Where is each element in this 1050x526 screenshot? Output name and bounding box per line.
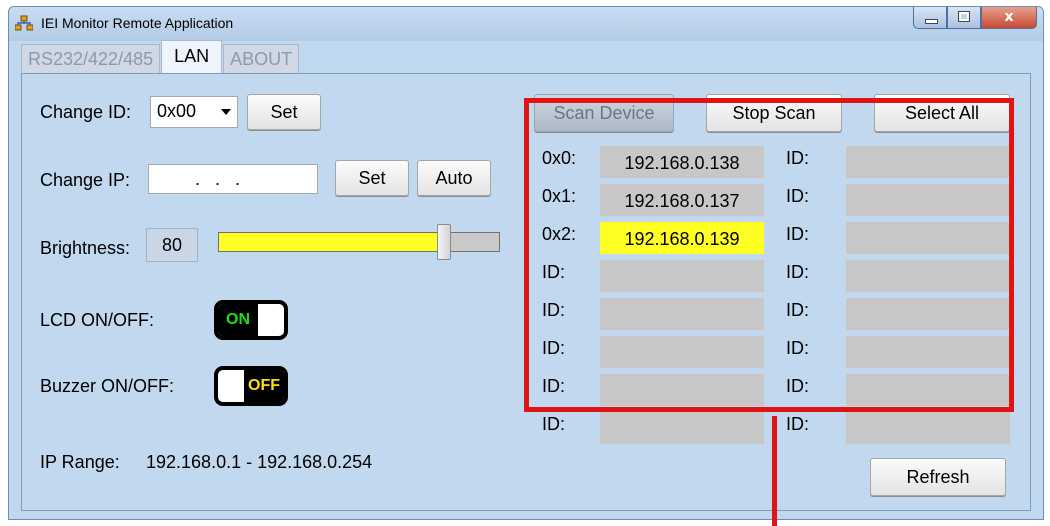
change-id-select[interactable]: 0x00 (150, 96, 238, 128)
brightness-slider[interactable] (218, 232, 500, 252)
change-id-value: 0x00 (157, 101, 197, 121)
maximize-button[interactable] (947, 7, 981, 29)
ip-range-value: 192.168.0.1 - 192.168.0.254 (146, 452, 373, 472)
tab-about[interactable]: ABOUT (223, 44, 300, 73)
change-ip-set-button[interactable]: Set (335, 160, 409, 196)
refresh-button[interactable]: Refresh (870, 458, 1006, 496)
tab-rs232[interactable]: RS232/422/485 (21, 44, 161, 73)
brightness-slider-thumb[interactable] (436, 224, 451, 260)
device-id-label: ID: (542, 414, 566, 434)
change-ip-input[interactable]: . . . (148, 164, 318, 194)
tab-strip: RS232/422/485 LAN ABOUT (21, 40, 300, 73)
window-title: IEI Monitor Remote Application (41, 15, 234, 31)
tab-lan[interactable]: LAN (161, 40, 223, 73)
title-bar[interactable]: IEI Monitor Remote Application x (9, 7, 1043, 41)
change-ip-value: . . . (195, 169, 241, 189)
app-network-icon (15, 15, 33, 31)
chevron-down-icon (221, 109, 231, 115)
minimize-icon (925, 19, 938, 24)
change-id-label: Change ID: (40, 102, 132, 122)
minimize-button[interactable] (913, 7, 947, 29)
change-ip-auto-button[interactable]: Auto (417, 160, 491, 196)
annotation-highlight-box (524, 98, 1014, 412)
lcd-toggle[interactable]: ON (214, 300, 288, 340)
device-ip-cell[interactable] (600, 412, 764, 444)
close-button[interactable]: x (981, 7, 1037, 29)
device-ip-cell[interactable] (846, 412, 1010, 444)
buzzer-label: Buzzer ON/OFF: (40, 376, 175, 396)
maximize-icon (958, 11, 970, 22)
ip-range-label: IP Range: (40, 452, 120, 472)
brightness-label: Brightness: (40, 238, 131, 258)
close-icon: x (1004, 9, 1014, 25)
brightness-value: 80 (146, 228, 198, 262)
annotation-pointer (772, 416, 777, 526)
change-id-set-button[interactable]: Set (247, 94, 321, 130)
lcd-label: LCD ON/OFF: (40, 310, 155, 330)
brightness-slider-fill (219, 233, 445, 251)
buzzer-toggle[interactable]: OFF (214, 366, 288, 406)
lcd-toggle-state: ON (218, 304, 258, 336)
device-id-label: ID: (786, 414, 810, 434)
buzzer-toggle-state: OFF (244, 370, 284, 402)
change-ip-label: Change IP: (40, 170, 131, 190)
